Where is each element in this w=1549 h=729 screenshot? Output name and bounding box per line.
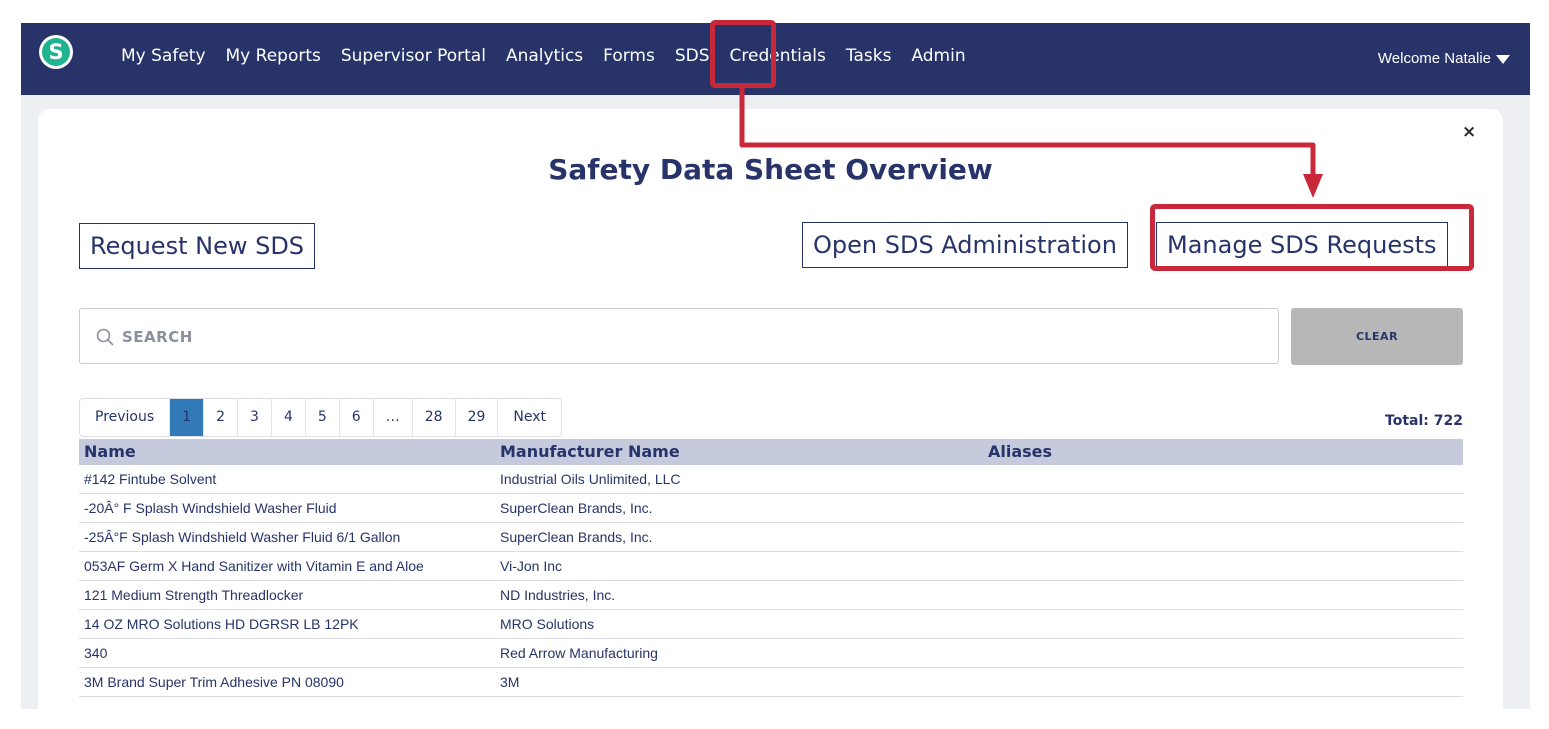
cell-name: 340 bbox=[84, 645, 108, 661]
pagination-page-3[interactable]: 3 bbox=[238, 399, 272, 436]
cell-aliases bbox=[983, 523, 1463, 551]
total-count: Total: 722 bbox=[1385, 413, 1463, 429]
cell-aliases bbox=[983, 581, 1463, 609]
caret-down-icon bbox=[1496, 54, 1510, 64]
cell-manufacturer: SuperClean Brands, Inc. bbox=[500, 529, 653, 545]
pagination-page-1[interactable]: 1 bbox=[170, 399, 205, 436]
search-icon bbox=[96, 328, 114, 346]
cell-manufacturer: Industrial Oils Unlimited, LLC bbox=[500, 471, 681, 487]
nav-item-sds[interactable]: SDS bbox=[675, 45, 710, 67]
app-window: S My Safety My Reports Supervisor Portal… bbox=[21, 23, 1530, 709]
cell-manufacturer: SuperClean Brands, Inc. bbox=[500, 500, 653, 516]
table-row[interactable]: 14 OZ MRO Solutions HD DGRSR LB 12PK MRO… bbox=[79, 610, 1463, 639]
cell-name: 14 OZ MRO Solutions HD DGRSR LB 12PK bbox=[84, 616, 359, 632]
cell-aliases bbox=[983, 610, 1463, 638]
search-box bbox=[79, 308, 1279, 364]
page-title: Safety Data Sheet Overview bbox=[548, 153, 993, 186]
screenshot-stage: S My Safety My Reports Supervisor Portal… bbox=[0, 0, 1549, 729]
table-row[interactable]: 121 Medium Strength Threadlocker ND Indu… bbox=[79, 581, 1463, 610]
cell-name: 121 Medium Strength Threadlocker bbox=[84, 587, 304, 603]
cell-name: 053AF Germ X Hand Sanitizer with Vitamin… bbox=[84, 558, 424, 574]
pagination-next[interactable]: Next bbox=[498, 399, 561, 436]
pagination-ellipsis: … bbox=[374, 399, 413, 436]
manage-requests-highlight bbox=[1150, 204, 1474, 271]
close-icon[interactable]: × bbox=[1462, 122, 1476, 142]
nav-item-supervisor-portal[interactable]: Supervisor Portal bbox=[341, 45, 486, 67]
nav-item-analytics[interactable]: Analytics bbox=[506, 45, 583, 67]
cell-aliases bbox=[983, 552, 1463, 580]
cell-manufacturer: Vi-Jon Inc bbox=[500, 558, 562, 574]
cell-name: 3M Brand Super Trim Adhesive PN 08090 bbox=[84, 674, 344, 690]
cell-aliases bbox=[983, 465, 1463, 493]
cell-manufacturer: ND Industries, Inc. bbox=[500, 587, 616, 603]
table-row[interactable]: -25Â°F Splash Windshield Washer Fluid 6/… bbox=[79, 523, 1463, 552]
column-header-name[interactable]: Name bbox=[79, 439, 495, 465]
user-menu[interactable]: Welcome Natalie bbox=[1378, 50, 1510, 68]
cell-aliases bbox=[983, 639, 1463, 667]
cell-name: -25Â°F Splash Windshield Washer Fluid 6/… bbox=[84, 529, 401, 545]
search-input[interactable] bbox=[122, 323, 1262, 351]
pagination-page-29[interactable]: 29 bbox=[456, 399, 499, 436]
app-logo[interactable]: S bbox=[39, 35, 73, 69]
pagination-page-4[interactable]: 4 bbox=[272, 399, 306, 436]
pagination: Previous 1 2 3 4 5 6 … 28 29 Next bbox=[79, 398, 562, 437]
logo-letter: S bbox=[42, 38, 70, 66]
cell-aliases bbox=[983, 668, 1463, 696]
table-row[interactable]: 053AF Germ X Hand Sanitizer with Vitamin… bbox=[79, 552, 1463, 581]
nav-item-tasks[interactable]: Tasks bbox=[846, 45, 892, 67]
pagination-page-2[interactable]: 2 bbox=[204, 399, 239, 436]
nav-item-my-safety[interactable]: My Safety bbox=[121, 45, 206, 67]
table-row[interactable]: -20Â° F Splash Windshield Washer Fluid S… bbox=[79, 494, 1463, 523]
column-header-manufacturer[interactable]: Manufacturer Name bbox=[495, 439, 983, 465]
nav-item-admin[interactable]: Admin bbox=[911, 45, 965, 67]
cell-name: -20Â° F Splash Windshield Washer Fluid bbox=[84, 500, 337, 516]
table-row[interactable]: #142 Fintube Solvent Industrial Oils Unl… bbox=[79, 465, 1463, 494]
pagination-page-6[interactable]: 6 bbox=[340, 399, 374, 436]
nav-menu: My Safety My Reports Supervisor Portal A… bbox=[121, 45, 986, 67]
table-header-row: Name Manufacturer Name Aliases bbox=[79, 439, 1463, 465]
pagination-previous[interactable]: Previous bbox=[80, 399, 171, 436]
cell-aliases bbox=[983, 494, 1463, 522]
clear-button[interactable]: CLEAR bbox=[1291, 308, 1463, 365]
sds-table: Name Manufacturer Name Aliases #142 Fint… bbox=[79, 439, 1463, 697]
cell-name: #142 Fintube Solvent bbox=[84, 471, 217, 487]
cell-manufacturer: MRO Solutions bbox=[500, 616, 595, 632]
sds-overview-panel: × Safety Data Sheet Overview Request New… bbox=[38, 109, 1503, 709]
open-sds-administration-button[interactable]: Open SDS Administration bbox=[802, 222, 1128, 268]
pagination-page-5[interactable]: 5 bbox=[306, 399, 340, 436]
table-row[interactable]: 340 Red Arrow Manufacturing bbox=[79, 639, 1463, 668]
nav-item-forms[interactable]: Forms bbox=[603, 45, 655, 67]
pagination-page-28[interactable]: 28 bbox=[413, 399, 456, 436]
cell-manufacturer: Red Arrow Manufacturing bbox=[500, 645, 658, 661]
nav-item-my-reports[interactable]: My Reports bbox=[226, 45, 321, 67]
sds-nav-highlight bbox=[710, 20, 776, 88]
welcome-text: Welcome Natalie bbox=[1377, 50, 1491, 67]
request-new-sds-button[interactable]: Request New SDS bbox=[79, 223, 316, 269]
table-row[interactable]: 3M Brand Super Trim Adhesive PN 08090 3M bbox=[79, 668, 1463, 697]
cell-manufacturer: 3M bbox=[500, 674, 520, 690]
column-header-aliases[interactable]: Aliases bbox=[983, 439, 1463, 465]
